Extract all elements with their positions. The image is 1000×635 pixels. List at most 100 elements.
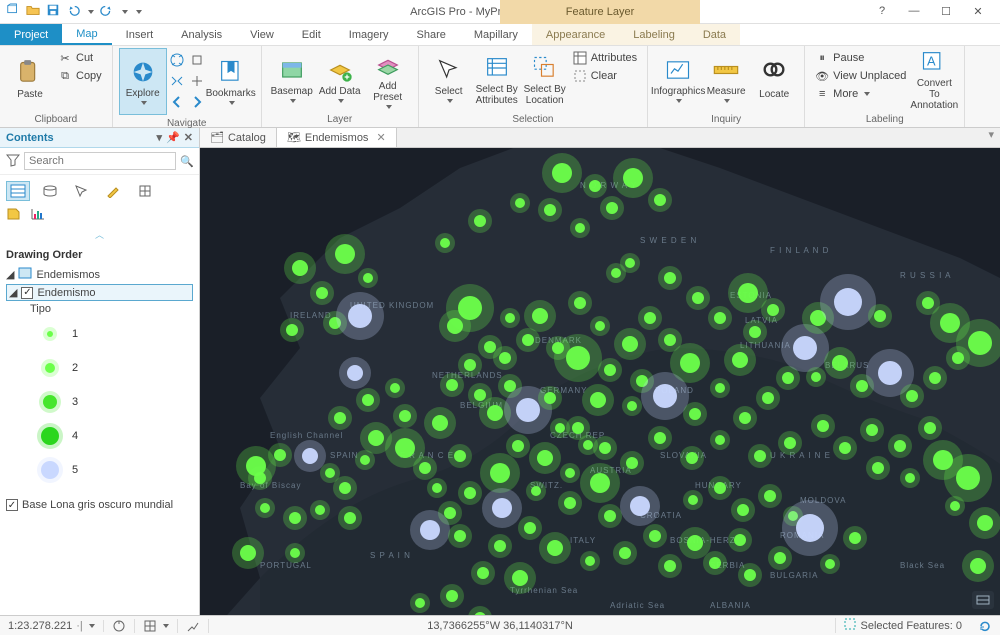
more-button[interactable]: ≡More	[813, 86, 908, 102]
map-view[interactable]: N O R W A Y S W E D E N F I N L A N D R …	[200, 148, 1000, 615]
clear-button[interactable]: Clear	[571, 68, 639, 84]
locate-button[interactable]: Locate	[750, 48, 798, 111]
tab-edit[interactable]: Edit	[288, 24, 335, 45]
close-icon[interactable]: ✕	[968, 5, 988, 18]
panel-close-icon[interactable]: ✕	[184, 131, 193, 144]
refresh-icon[interactable]	[970, 619, 1000, 633]
more-icon: ≡	[815, 87, 829, 101]
qat-customize-icon[interactable]	[136, 10, 142, 14]
expand-icon[interactable]: ◢	[6, 268, 14, 281]
tab-share[interactable]: Share	[403, 24, 460, 45]
minimize-icon[interactable]: ―	[904, 5, 924, 18]
view-options-icon[interactable]: ▾	[982, 128, 1000, 147]
fixed-zoom-in-icon[interactable]	[169, 73, 185, 92]
redo-icon[interactable]	[100, 3, 114, 20]
tab-labeling[interactable]: Labeling	[619, 24, 689, 45]
rotation-icon[interactable]	[104, 619, 135, 633]
tab-insert[interactable]: Insert	[112, 24, 168, 45]
attributes-button[interactable]: Attributes	[571, 50, 639, 66]
tab-map[interactable]: Map	[62, 24, 111, 45]
list-by-chart-icon[interactable]	[30, 207, 46, 224]
contents-search: 🔍	[0, 148, 199, 175]
tab-view[interactable]: View	[236, 24, 288, 45]
convert-annotation-button[interactable]: A Convert To Annotation	[910, 48, 958, 111]
svg-text:U K R A I N E: U K R A I N E	[770, 451, 831, 460]
search-icon[interactable]: 🔍	[180, 155, 194, 168]
close-tab-icon[interactable]: ✕	[376, 131, 385, 144]
map-node[interactable]: ◢ Endemismos	[6, 265, 193, 284]
paste-button[interactable]: Paste	[6, 48, 54, 111]
basemap-button[interactable]: Basemap	[268, 48, 316, 111]
view-tab-map[interactable]: 🗺Endemismos✕	[277, 128, 397, 147]
list-by-snapping-icon[interactable]	[134, 181, 158, 201]
list-by-editing-icon[interactable]	[102, 181, 126, 201]
open-project-icon[interactable]	[26, 3, 40, 20]
tab-mapillary[interactable]: Mapillary	[460, 24, 532, 45]
group-selection: Select Select By Attributes Select By Lo…	[419, 46, 648, 127]
collapse-icon[interactable]: ︿	[0, 228, 199, 243]
basemap-visibility-checkbox[interactable]	[6, 499, 18, 511]
list-by-source-icon[interactable]	[38, 181, 62, 201]
ribbon: Paste ✂Cut ⧉Copy Clipboard Explore	[0, 46, 1000, 128]
layer-node[interactable]: ◢ Endemismo	[6, 284, 193, 301]
chevron-down-icon	[163, 624, 169, 628]
snap-icon[interactable]	[135, 619, 178, 633]
layer-visibility-checkbox[interactable]	[21, 287, 33, 299]
filter-icon[interactable]	[6, 153, 20, 170]
undo-icon[interactable]	[66, 3, 80, 20]
correction-icon[interactable]	[178, 619, 209, 633]
view-tab-catalog[interactable]: 🗂Catalog	[200, 128, 277, 147]
selected-features[interactable]: Selected Features: 0	[835, 618, 970, 633]
basemap-node[interactable]: Base Lona gris oscuro mundial	[6, 497, 193, 513]
nav-icon-3[interactable]	[189, 73, 205, 92]
prev-extent-icon[interactable]	[169, 94, 185, 113]
next-extent-icon[interactable]	[189, 94, 205, 113]
help-icon[interactable]: ?	[872, 5, 892, 18]
infographics-button[interactable]: Infographics	[654, 48, 702, 111]
select-button[interactable]: Select	[425, 48, 473, 111]
list-by-labeling-icon[interactable]	[6, 207, 22, 224]
svg-text:R U S S I A: R U S S I A	[900, 271, 951, 280]
tab-appearance[interactable]: Appearance	[532, 24, 619, 45]
save-icon[interactable]	[46, 3, 60, 20]
tab-project[interactable]: Project	[0, 24, 62, 45]
panel-options-icon[interactable]: ▾	[157, 131, 163, 144]
maximize-icon[interactable]: ☐	[936, 5, 956, 18]
copy-icon: ⧉	[58, 69, 72, 83]
list-by-selection-icon[interactable]	[70, 181, 94, 201]
main-area: Contents ▾ 📌 ✕ 🔍 ︿ Drawing Order	[0, 128, 1000, 615]
view-unplaced-button[interactable]: 👁View Unplaced	[813, 68, 908, 84]
select-by-attributes-icon	[483, 54, 511, 82]
measure-button[interactable]: Measure	[702, 48, 750, 111]
bookmarks-button[interactable]: Bookmarks	[207, 48, 255, 115]
cut-button[interactable]: ✂Cut	[56, 50, 104, 66]
tab-imagery[interactable]: Imagery	[335, 24, 403, 45]
bookmarks-icon	[217, 58, 245, 86]
tab-data[interactable]: Data	[689, 24, 740, 45]
search-input[interactable]	[24, 152, 176, 170]
add-data-button[interactable]: Add Data	[316, 48, 364, 111]
chevron-down-icon	[386, 105, 392, 109]
map-overlay-icon[interactable]	[972, 591, 994, 609]
copy-button[interactable]: ⧉Copy	[56, 68, 104, 84]
undo-dropdown-icon[interactable]	[88, 10, 94, 14]
svg-text:S P A I N: S P A I N	[370, 551, 411, 560]
panel-pin-icon[interactable]: 📌	[166, 131, 180, 144]
expand-icon[interactable]: ◢	[9, 286, 17, 299]
toc-mode-toolbar-2	[0, 207, 199, 228]
svg-text:SPAIN: SPAIN	[330, 451, 358, 460]
full-extent-icon[interactable]	[169, 52, 185, 71]
svg-text:English Channel: English Channel	[270, 431, 343, 440]
select-by-attributes-button[interactable]: Select By Attributes	[473, 48, 521, 111]
new-project-icon[interactable]	[6, 3, 20, 20]
list-by-drawing-order-icon[interactable]	[6, 181, 30, 201]
add-preset-button[interactable]: Add Preset	[364, 48, 412, 111]
pause-button[interactable]: ⏸Pause	[813, 50, 908, 66]
nav-icon-2[interactable]	[189, 52, 205, 71]
tab-analysis[interactable]: Analysis	[167, 24, 236, 45]
explore-button[interactable]: Explore	[119, 48, 167, 115]
redo-dropdown-icon[interactable]	[122, 10, 128, 14]
select-by-location-button[interactable]: Select By Location	[521, 48, 569, 111]
scale-cell[interactable]: 1:23.278.221 ·|	[0, 620, 104, 632]
infographics-icon	[664, 56, 692, 84]
